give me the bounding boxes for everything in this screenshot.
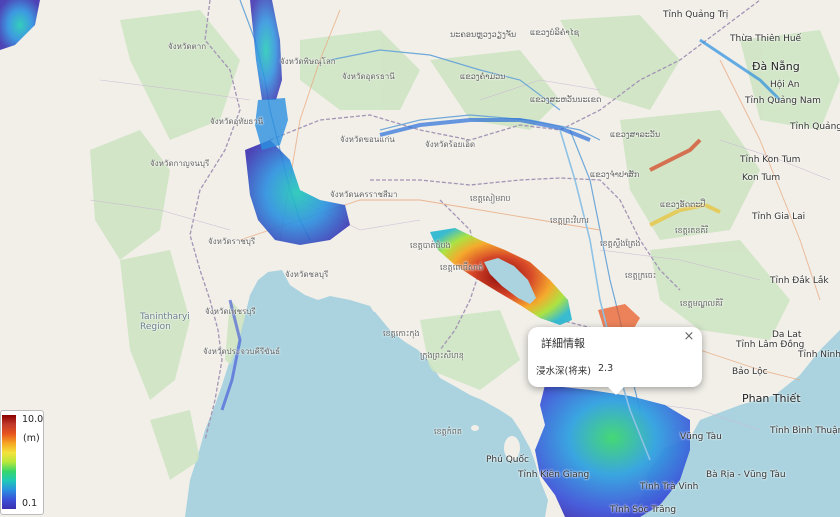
label-kh-preahvihear: ខេត្តព្រះវិហារ — [550, 216, 589, 225]
label-tak: จังหวัดตาก — [168, 42, 207, 51]
label-roiet: จังหวัดร้อยเอ็ด — [425, 140, 476, 149]
label-kien-giang: Tỉnh Kiên Giang — [518, 470, 590, 480]
label-tinh-quang-ngai: Tỉnh Quảng Ngãi — [790, 122, 840, 132]
legend-max: 10.0 — [22, 414, 44, 425]
label-korat: จังหวัดนครราชสีมา — [330, 190, 398, 199]
label-chonburi: จังหวัดชลบุรี — [285, 270, 329, 279]
label-kh-ratanakiri: ខេត្តរតនគិរី — [675, 226, 709, 235]
legend-min: 0.1 — [22, 498, 38, 509]
label-laos-vientiane: ນະຄອນຫຼວງວຽງຈັນ — [450, 30, 517, 39]
label-laos-savannakhet: ແຂວງສະຫວັນນະເຂດ — [530, 95, 602, 104]
label-vung-tau: Vũng Tàu — [680, 432, 722, 442]
label-soc-trang: Tỉnh Sóc Trăng — [610, 505, 677, 515]
label-phitsanulok: จังหวัดพิษณุโลก — [280, 57, 336, 66]
label-tinh-quang-nam: Tỉnh Quảng Nam — [745, 96, 821, 106]
legend-unit: (m) — [23, 433, 40, 444]
label-laos-salavan: ແຂວງສາລະວັນ — [610, 130, 661, 139]
label-laos-khammouane: ແຂວງຄໍາມ່ວນ — [460, 72, 506, 81]
label-kh-kratie: ខេត្តក្រចេះ — [625, 271, 657, 280]
label-kh-battambang: ខេត្តបាត់ដំបង — [410, 241, 451, 250]
label-da-lat: Da Lat — [772, 330, 802, 340]
label-laos-attapeu: ແຂວງອັດຕະປື — [660, 200, 706, 209]
label-khonkaen: จังหวัดขอนแก่น — [340, 135, 395, 144]
detail-popup: 詳細情報 × 浸水深(将来) 2.3 — [528, 327, 702, 395]
label-tinh-lam-dong: Tỉnh Lâm Đồng — [736, 340, 805, 350]
label-ratchaburi: จังหวัดราชบุรี — [208, 237, 256, 246]
popup-field-value: 2.3 — [598, 363, 614, 374]
label-tinh-kon-tum: Tỉnh Kon Tum — [740, 155, 801, 165]
label-kh-pursat: ខេត្តពោធិ៍សាត់ — [440, 263, 484, 272]
label-kanchanaburi: จังหวัดกาญจนบุรี — [150, 159, 210, 168]
label-phan-thiet: Phan Thiết — [742, 392, 801, 405]
label-laos-champasak: ແຂວງຈຳປາສັກ — [590, 170, 640, 179]
label-phetchaburi: จังหวัดเพชรบุรี — [205, 307, 256, 316]
label-da-nang: Đà Nẵng — [752, 60, 800, 73]
label-prachuap: จังหวัดประจวบคีรีขันธ์ — [203, 347, 280, 356]
label-tinh-gia-lai: Tỉnh Gia Lai — [752, 212, 806, 222]
label-bao-loc: Bảo Lộc — [732, 367, 768, 377]
label-kh-siemreap: ខេត្តសៀមរាប — [470, 194, 511, 203]
label-kh-mondulkiri: ខេត្តមណ្ឌលគិរី — [680, 299, 723, 308]
label-tinh-dak-lak: Tỉnh Đắk Lắk — [770, 276, 829, 286]
label-phu-quoc: Phú Quốc — [486, 455, 529, 465]
label-ba-ria-vung-tau: Bà Rịa - Vũng Tàu — [706, 470, 786, 480]
label-uthai: จังหวัดอุทัยธานี — [210, 117, 264, 126]
popup-title: 詳細情報 — [541, 337, 585, 350]
label-kampot: ខេត្តកំពត — [434, 427, 462, 436]
label-tra-vinh: Tỉnh Trà Vinh — [640, 482, 699, 492]
label-tinh-quang-tri: Tỉnh Quảng Trị — [663, 10, 729, 20]
small-island — [471, 425, 479, 431]
label-hoi-an: Hội An — [770, 80, 800, 90]
legend-color-bar — [2, 415, 16, 509]
label-tanintharyi: Tanintharyi Region — [140, 312, 190, 332]
label-laos-bolikhamxai: ແຂວງບໍລິຄຳໄຊ — [530, 28, 580, 37]
label-tinh-binh-thuan: Tỉnh Bình Thuận — [770, 426, 840, 436]
label-thua-thien-hue: Thừa Thiên Huế — [730, 34, 802, 44]
label-sihanouk: ក្រុងព្រះសីហនុ — [420, 351, 464, 360]
depth-legend: 10.0 (m) 0.1 — [0, 410, 44, 515]
label-tinh-ninh-thuan: Tỉnh Ninh Thuận — [798, 350, 840, 360]
popup-field-label: 浸水深(将来) — [536, 366, 591, 377]
close-icon[interactable]: × — [682, 329, 696, 344]
label-kh-kohkong: ខេត្តកោះកុង — [383, 329, 420, 338]
label-kon-tum: Kon Tum — [742, 173, 781, 183]
label-kh-stungtreng: ខេត្តស្ទឹងត្រែង — [600, 239, 641, 248]
label-udon: จังหวัดอุดรธานี — [342, 72, 395, 81]
